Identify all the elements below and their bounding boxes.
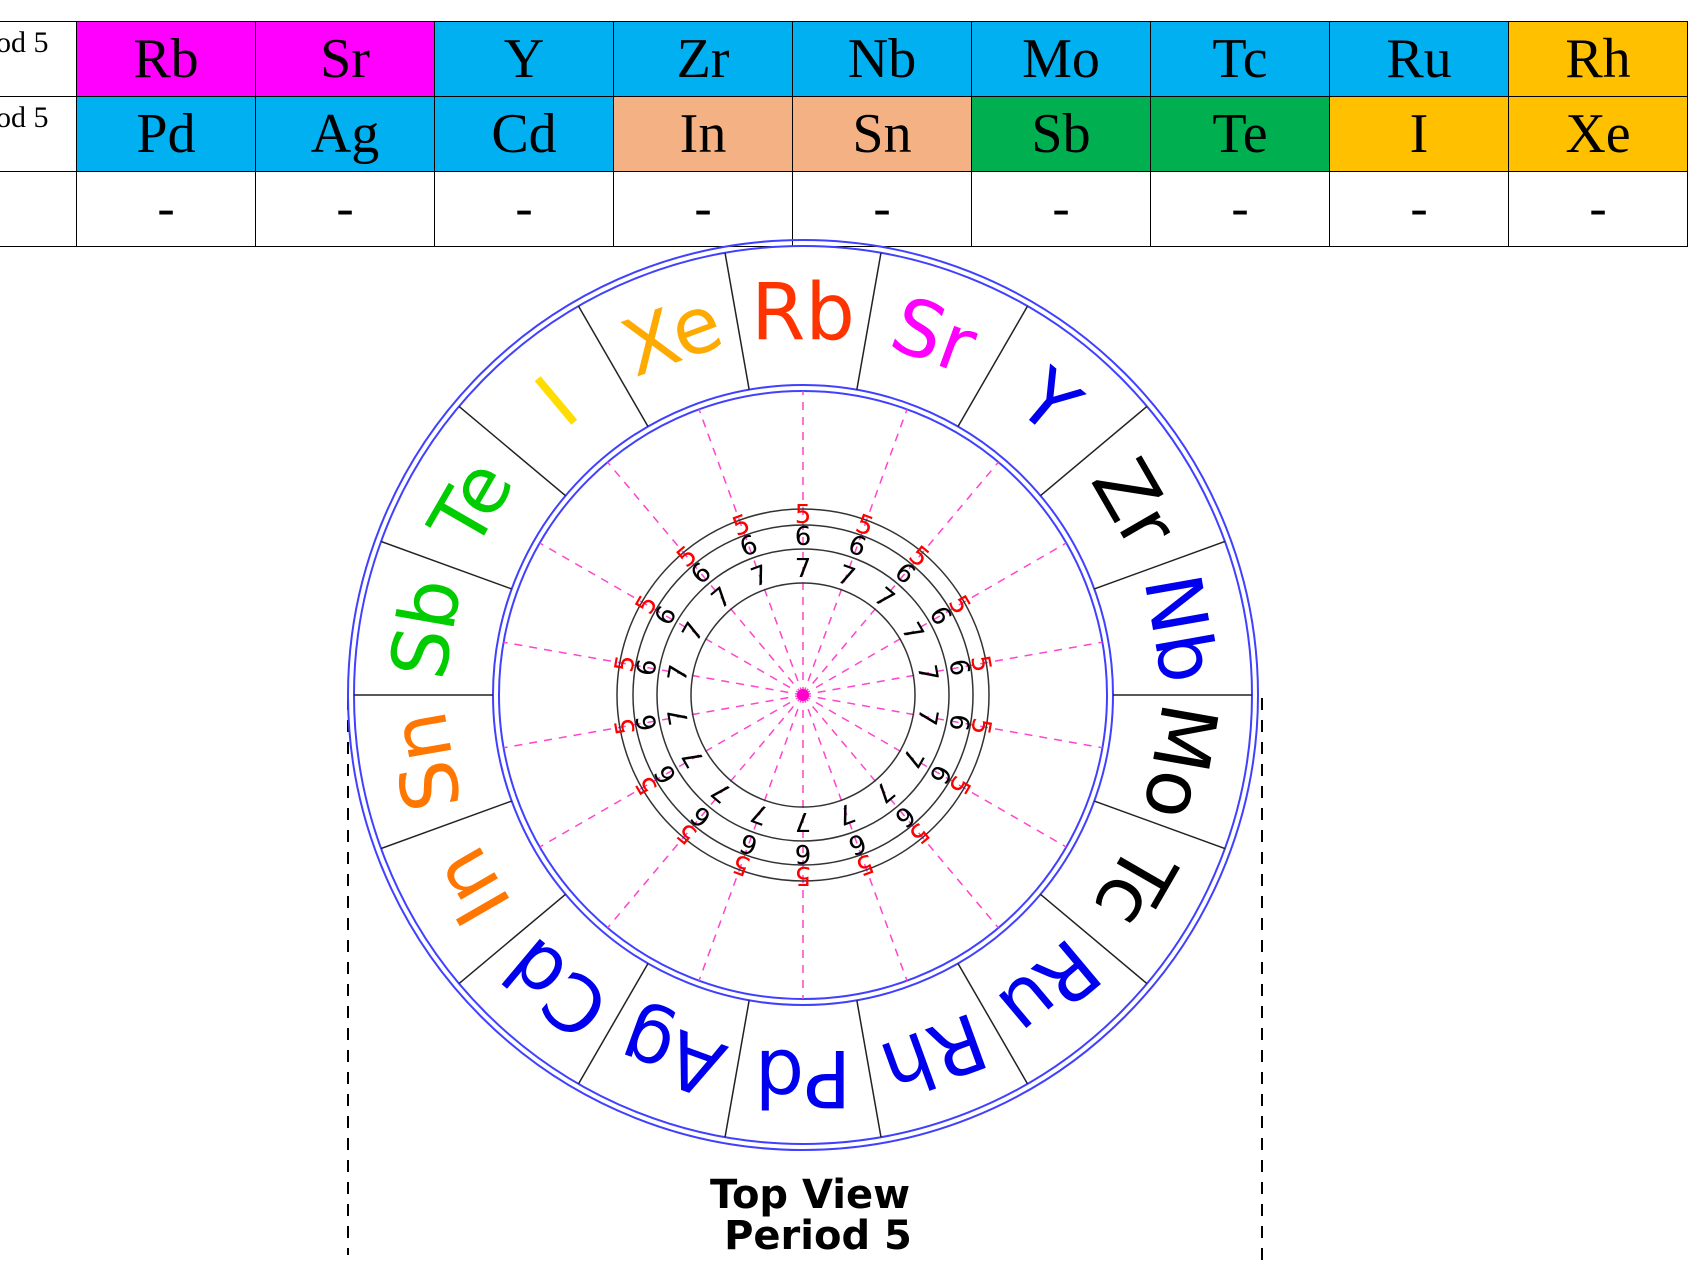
ring-digit: 6 xyxy=(736,827,762,861)
sector-divider xyxy=(856,252,882,390)
ring-digit: 6 xyxy=(942,657,974,679)
element-label-sb: Sb xyxy=(374,572,480,685)
ring-digit: 6 xyxy=(736,530,762,564)
sector-divider xyxy=(724,1000,750,1138)
element-label-mo: Mo xyxy=(1125,697,1234,826)
ring-digit: 6 xyxy=(923,601,957,630)
ring-digit: 6 xyxy=(649,601,683,630)
ring-digit: 7 xyxy=(795,554,812,584)
sector-divider xyxy=(856,1000,882,1138)
caption-period: Period 5 xyxy=(724,1213,912,1259)
element-label-tc: Tc xyxy=(1076,829,1193,942)
ring-digit: 7 xyxy=(677,617,711,646)
ring-digit: 7 xyxy=(833,560,859,594)
ring-digit: 6 xyxy=(942,712,974,734)
ring-digit: 7 xyxy=(663,706,695,728)
element-label-y: Y xyxy=(1001,352,1096,452)
ring-digit: 6 xyxy=(795,838,812,868)
ring-digit: 7 xyxy=(663,662,695,684)
element-label-xe: Xe xyxy=(611,277,734,395)
element-label-sr: Sr xyxy=(880,280,988,393)
ring-digit: 6 xyxy=(795,522,812,552)
element-label-rb: Rb xyxy=(751,268,855,358)
element-label-i: I xyxy=(520,361,595,445)
element-label-rh: Rh xyxy=(870,994,998,1114)
ring-digit: 7 xyxy=(747,560,773,594)
element-label-pd: Pd xyxy=(755,1032,852,1122)
ring-digit: 7 xyxy=(795,806,812,836)
ring-digit: 6 xyxy=(631,712,663,734)
ring-digit: 7 xyxy=(677,743,711,772)
sector-divider xyxy=(724,252,750,390)
element-label-zr: Zr xyxy=(1073,444,1194,564)
element-label-nb: Nb xyxy=(1126,568,1233,690)
ring-digit: 7 xyxy=(911,706,943,728)
ring-digit: 6 xyxy=(923,759,957,788)
element-label-te: Te xyxy=(412,446,532,563)
ring-digit: 7 xyxy=(895,743,929,772)
ring-digit: 7 xyxy=(706,582,738,616)
period-wheel-diagram: Rb SrYZrNbMoTcRuRhPdAgCdInSnSbTeIXe 5 5555… xyxy=(347,239,1263,1262)
element-label-in: In xyxy=(415,832,529,940)
ring-digit: 6 xyxy=(844,530,870,564)
element-label-sn: Sn xyxy=(374,705,480,818)
ring-digit: 7 xyxy=(833,796,859,830)
ring-digit: 7 xyxy=(895,617,929,646)
ring-digit: 6 xyxy=(844,827,870,861)
ring-digit: 7 xyxy=(747,796,773,830)
ring-digit: 7 xyxy=(868,775,900,809)
ring-digit: 6 xyxy=(649,759,683,788)
caption-top-view: Top View xyxy=(710,1172,910,1218)
center-dot xyxy=(797,689,809,701)
element-label-ag: Ag xyxy=(609,994,736,1114)
ring-digit: 7 xyxy=(911,662,943,684)
ring-digit: 6 xyxy=(631,657,663,679)
ring-digit: 7 xyxy=(868,582,900,616)
ring-digit: 7 xyxy=(706,775,738,809)
